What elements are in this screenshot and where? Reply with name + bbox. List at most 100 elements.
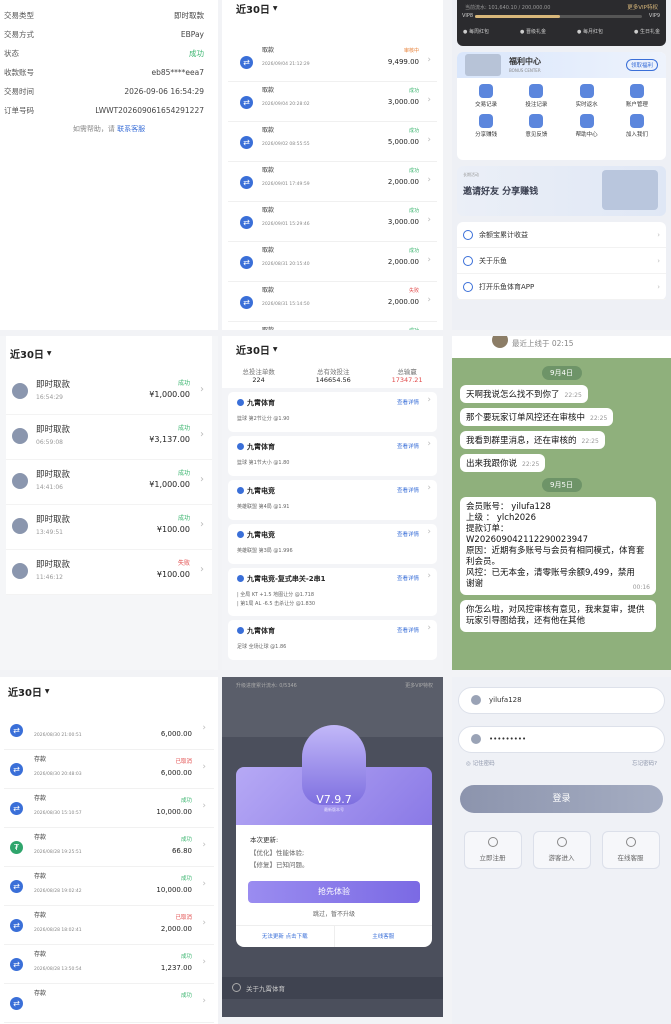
chevron-right-icon: ›	[200, 564, 204, 575]
grid-icon	[629, 84, 644, 98]
bet-card[interactable]: 九霄体育 篮球 第2节让分 @1.90 查看详情 ›	[228, 392, 437, 432]
menu-item[interactable]: 余额宝累计收益 ›	[457, 222, 666, 248]
update-item: 【优化】性能体验;	[250, 849, 305, 857]
contact-support-link[interactable]: 联系客服	[117, 125, 145, 133]
withdrawal-amount: ¥1,000.00	[149, 480, 190, 489]
grid-item[interactable]: 意见反馈	[511, 114, 561, 138]
remember-password-checkbox[interactable]: ◎ 记住密码	[466, 759, 495, 767]
grid-item[interactable]: 交易记录	[461, 84, 511, 108]
bet-card[interactable]: 九霄体育 篮球 第1节大小 @1.80 查看详情 ›	[228, 436, 437, 476]
claim-welfare-button[interactable]: 领取福利	[625, 59, 658, 71]
deposit-date: 2026/08/28 13:50:54	[34, 967, 82, 972]
grid-item[interactable]: 分享赚钱	[461, 114, 511, 138]
bet-title-text: 九霄体育	[247, 627, 275, 635]
login-action-button[interactable]: 立即注册	[463, 831, 522, 869]
deposit-row[interactable]: ⇄ 存款 2026/08/30 20:48:03 已取消 6,000.00 ›	[4, 750, 214, 789]
deposit-date: 2026/08/28 19:02:42	[34, 889, 82, 894]
vip-benefit-button[interactable]: ● 每周红包	[463, 28, 489, 35]
date-filter[interactable]: 近30日 ▼	[222, 336, 443, 362]
message-text: 那个要玩家订单风控还在审核中	[466, 413, 586, 423]
about-row[interactable]: 关于九霄体育	[222, 977, 443, 999]
more-vip-link: 更多VIP特权	[405, 683, 433, 689]
invite-banner[interactable]: 长期活动 邀请好友 分享赚钱	[457, 166, 666, 216]
chevron-right-icon: ›	[427, 55, 431, 65]
grid-item[interactable]: 投注记录	[511, 84, 561, 108]
vip-benefit-button[interactable]: ● 生日礼金	[634, 28, 660, 35]
view-details-link[interactable]: 查看详情	[397, 486, 419, 494]
welfare-subtitle: BONUS CENTER	[509, 68, 541, 73]
transfer-icon: ⇄	[240, 56, 253, 69]
transaction-row[interactable]: ⇄ 取款 2026/09/02 08:55:55 成功 5,000.00 ›	[228, 122, 437, 162]
detail-value: eb85****eea7	[151, 68, 204, 77]
deposit-row[interactable]: ⇄ 存款 2026/08/30 15:10:57 成功 10,000.00 ›	[4, 789, 214, 828]
message-time: 22:25	[581, 438, 599, 445]
chevron-right-icon: ›	[427, 571, 431, 581]
transaction-row[interactable]: ⇄ 取款 2026/09/01 15:29:46 成功 3,000.00 ›	[228, 202, 437, 242]
grid-item[interactable]: 帮助中心	[562, 114, 612, 138]
withdrawal-time: 11:46:12	[36, 574, 63, 581]
update-now-button[interactable]: 抢先体验	[248, 881, 420, 903]
date-filter[interactable]: 近30日 ▼	[6, 336, 212, 370]
chevron-right-icon: ›	[657, 230, 660, 239]
bet-card[interactable]: 九霄电竞-复式串关-2串1 | 全局 KT +1.5 地图让分 @1.718 | 第…	[228, 568, 437, 616]
message-text: 出来我跟你说	[466, 459, 518, 469]
contact-avatar[interactable]	[492, 336, 508, 348]
withdrawal-detail-panel: 交易类型 即时取款 交易方式 EBPay 状态 成功 收款账号 eb85****eea7 交易时…	[0, 0, 218, 330]
view-details-link[interactable]: 查看详情	[397, 398, 419, 406]
transaction-row[interactable]: ⇄ 取款 2026/09/01 17:49:59 成功 2,000.00 ›	[228, 162, 437, 202]
chevron-right-icon: ›	[427, 255, 431, 265]
withdrawal-row[interactable]: 即时取款 13:49:51 成功 ¥100.00 ›	[6, 505, 212, 550]
message-line: 原因：近期有多账号与会员有相同模式，体育套利会员。	[466, 546, 645, 567]
customer-service-link[interactable]: 主线客服	[335, 926, 433, 947]
profile-panel: 当前流水: 101,640.10 / 200,000.00 更多VIP特权 VI…	[452, 0, 671, 330]
login-button[interactable]: 登录	[460, 785, 663, 813]
withdrawal-row[interactable]: 即时取款 11:46:12 失败 ¥100.00 ›	[6, 550, 212, 595]
withdrawal-row[interactable]: 即时取款 16:54:29 成功 ¥1,000.00 ›	[6, 370, 212, 415]
bet-card[interactable]: 九霄体育 足球 全场让球 @1.86 查看详情 ›	[228, 620, 437, 660]
bet-card[interactable]: 九霄电竞 英雄联盟 第4局 @1.91 查看详情 ›	[228, 480, 437, 520]
deposit-row[interactable]: ⇄ 存款 成功 ›	[4, 984, 214, 1023]
date-filter[interactable]: 近30日 ▼	[222, 0, 443, 16]
login-action-button[interactable]: 在线客服	[601, 831, 660, 869]
password-field[interactable]: •••••••••	[458, 726, 665, 753]
deposit-row[interactable]: ₮ 存款 2026/08/28 19:25:51 成功 66.80 ›	[4, 828, 214, 867]
deposit-row[interactable]: ⇄ 存款 2026/08/28 13:50:54 成功 1,237.00 ›	[4, 945, 214, 984]
vip-benefit-button[interactable]: ● 每月红包	[577, 28, 603, 35]
bet-title-text: 九霄电竞-复式串关-2串1	[247, 575, 326, 583]
withdrawal-row[interactable]: 即时取款 14:41:06 成功 ¥1,000.00 ›	[6, 460, 212, 505]
menu-item[interactable]: 打开乐鱼体育APP ›	[457, 274, 666, 300]
grid-label: 帮助中心	[575, 132, 598, 138]
transaction-row[interactable]: ⇄取款成功›	[228, 322, 437, 330]
more-vip-link[interactable]: 更多VIP特权	[627, 3, 658, 11]
deposit-row[interactable]: ⇄ 存款 2026/08/28 19:02:42 成功 10,000.00 ›	[4, 867, 214, 906]
deposit-row[interactable]: ⇄ 2026/08/30 21:00:51 6,000.00 ›	[4, 711, 214, 750]
forgot-password-link[interactable]: 忘记密码?	[632, 759, 657, 767]
view-details-link[interactable]: 查看详情	[397, 530, 419, 538]
withdrawal-row[interactable]: 即时取款 06:59:08 成功 ¥3,137.00 ›	[6, 415, 212, 460]
transaction-row[interactable]: ⇄ 取款 2026/09/04 21:12:29 审核中 9,499.00 ›	[228, 42, 437, 82]
transfer-icon: ⇄	[10, 997, 23, 1010]
date-filter[interactable]: 近30日 ▼	[0, 677, 218, 705]
download-link[interactable]: 无法更新 点击下载	[236, 926, 335, 947]
deposit-row[interactable]: ⇄ 存款 2026/08/28 18:02:41 已取消 2,000.00 ›	[4, 906, 214, 945]
view-details-link[interactable]: 查看详情	[397, 442, 419, 450]
deposit-date: 2026/08/28 19:25:51	[34, 850, 82, 855]
message-line: 谢谢	[466, 579, 484, 589]
transaction-row[interactable]: ⇄ 取款 2026/08/31 15:14:50 失败 2,000.00 ›	[228, 282, 437, 322]
view-details-link[interactable]: 查看详情	[397, 626, 419, 634]
sport-icon	[237, 575, 244, 582]
grid-item[interactable]: 实时返水	[562, 84, 612, 108]
transaction-date: 2026/09/01 15:29:46	[262, 222, 310, 227]
login-action-button[interactable]: 游客进入	[532, 831, 591, 869]
menu-item[interactable]: 关于乐鱼 ›	[457, 248, 666, 274]
transfer-icon: ⇄	[10, 919, 23, 932]
skip-update-link[interactable]: 跳过，暂不升级	[236, 909, 432, 918]
grid-item[interactable]: 账户管理	[612, 84, 662, 108]
transaction-row[interactable]: ⇄ 取款 2026/08/31 20:15:40 成功 2,000.00 ›	[228, 242, 437, 282]
view-details-link[interactable]: 查看详情	[397, 574, 419, 582]
grid-item[interactable]: 加入我们	[612, 114, 662, 138]
username-field[interactable]: yilufa128	[458, 687, 665, 714]
transaction-row[interactable]: ⇄ 取款 2026/09/04 20:28:02 成功 3,000.00 ›	[228, 82, 437, 122]
vip-benefit-button[interactable]: ● 晋级礼金	[520, 28, 546, 35]
bet-card[interactable]: 九霄电竞 英雄联盟 第3局 @1.996 查看详情 ›	[228, 524, 437, 564]
